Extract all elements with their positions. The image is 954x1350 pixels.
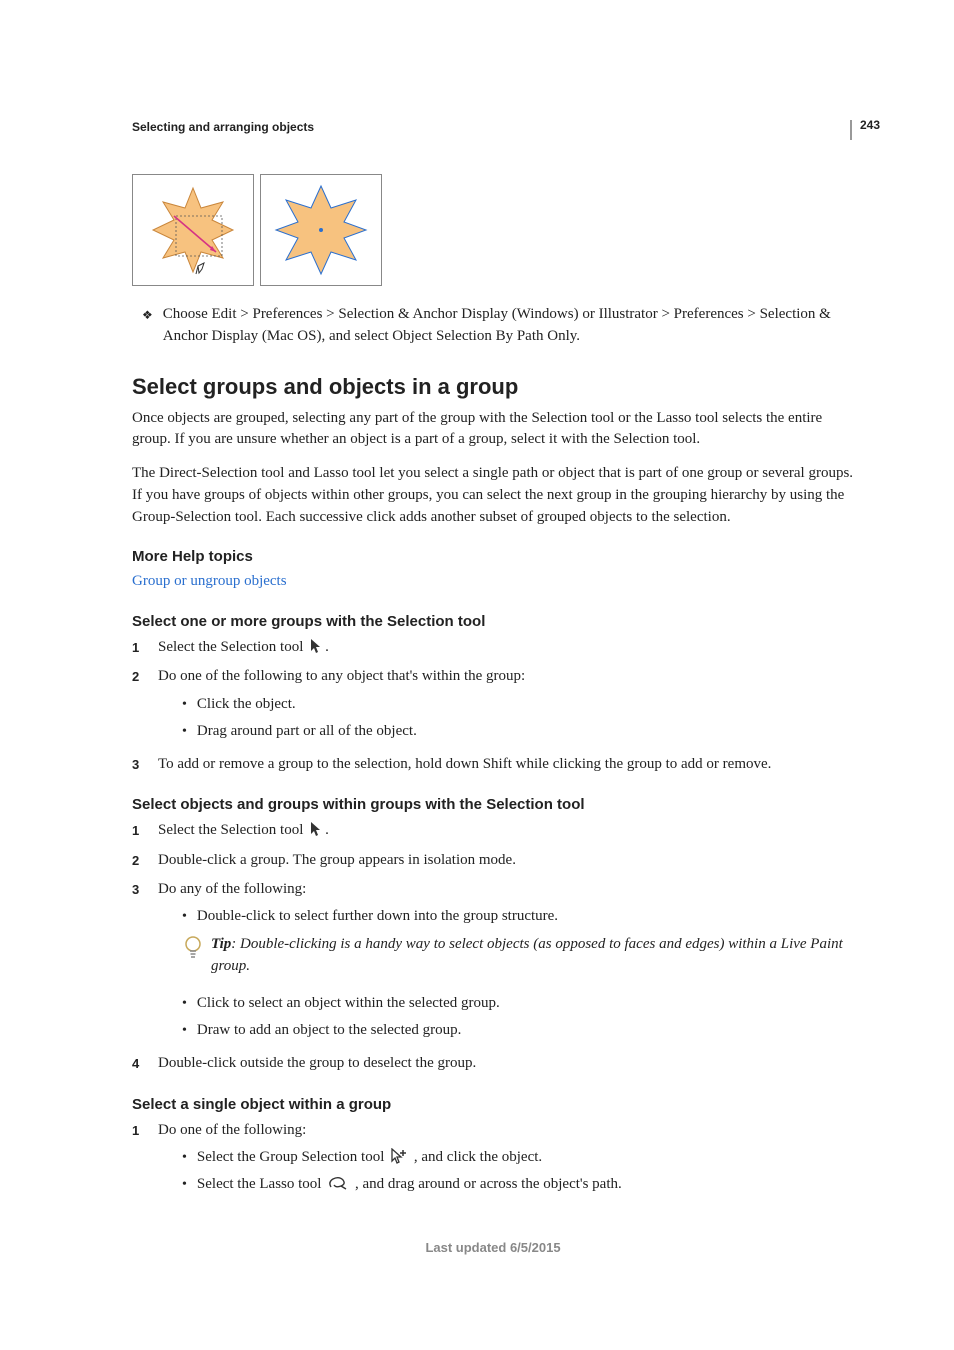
step-text: Select the Selection tool . bbox=[158, 636, 329, 659]
step-text: Double-click outside the group to desele… bbox=[158, 1052, 476, 1075]
heading-select-groups: Select groups and objects in a group bbox=[132, 374, 854, 400]
preference-note: ❖ Choose Edit > Preferences > Selection … bbox=[142, 304, 854, 348]
star-selected-illustration bbox=[266, 180, 376, 280]
substep-text: Draw to add an object to the selected gr… bbox=[197, 1019, 462, 1042]
step-number: 4 bbox=[132, 1054, 146, 1075]
substep-text: Click the object. bbox=[197, 693, 296, 716]
tip-label: Tip bbox=[211, 936, 231, 952]
substep-text: Select the Group Selection tool , and cl… bbox=[197, 1146, 542, 1169]
diamond-bullet-icon: ❖ bbox=[142, 307, 153, 348]
step-text: Double-click a group. The group appears … bbox=[158, 849, 516, 872]
figure-object-path-after bbox=[260, 174, 382, 286]
step-number: 2 bbox=[132, 851, 146, 872]
step-number: 2 bbox=[132, 667, 146, 747]
heading-select-within-groups: Select objects and groups within groups … bbox=[132, 796, 854, 813]
step-text: Do one of the following: Select the Grou… bbox=[158, 1119, 622, 1201]
lasso-tool-icon bbox=[327, 1175, 349, 1191]
step-text: Select the Selection tool . bbox=[158, 819, 329, 842]
substep-text: Click to select an object within the sel… bbox=[197, 992, 500, 1015]
heading-select-single-object: Select a single object within a group bbox=[132, 1096, 854, 1113]
step-text: Do one of the following to any object th… bbox=[158, 665, 525, 747]
intro-paragraph-1: Once objects are grouped, selecting any … bbox=[132, 408, 854, 452]
star-marquee-illustration bbox=[138, 180, 248, 280]
preference-note-text: Choose Edit > Preferences > Selection & … bbox=[163, 304, 854, 348]
selection-tool-icon bbox=[309, 821, 323, 837]
heading-select-one-or-more: Select one or more groups with the Selec… bbox=[132, 613, 854, 630]
substep-text: Select the Lasso tool , and drag around … bbox=[197, 1173, 622, 1196]
step-number: 3 bbox=[132, 880, 146, 1047]
intro-paragraph-2: The Direct-Selection tool and Lasso tool… bbox=[132, 463, 854, 528]
selection-tool-icon bbox=[309, 638, 323, 654]
step-text: Do any of the following: Double-click to… bbox=[158, 878, 854, 1047]
figure-row bbox=[132, 174, 854, 286]
tip-text: : Double-clicking is a handy way to sele… bbox=[211, 936, 843, 974]
steps-select-one-or-more: 1 Select the Selection tool . 2 Do one o… bbox=[132, 636, 854, 776]
step-text: To add or remove a group to the selectio… bbox=[158, 753, 771, 776]
running-head: Selecting and arranging objects bbox=[132, 120, 854, 134]
figure-object-path-before bbox=[132, 174, 254, 286]
tip-row: Tip: Double-clicking is a handy way to s… bbox=[182, 934, 854, 978]
last-updated-footer: Last updated 6/5/2015 bbox=[132, 1240, 854, 1255]
step-number: 1 bbox=[132, 1121, 146, 1201]
step-number: 1 bbox=[132, 638, 146, 659]
steps-select-within-groups: 1 Select the Selection tool . 2 Double-c… bbox=[132, 819, 854, 1075]
step-number: 1 bbox=[132, 821, 146, 842]
group-selection-tool-icon bbox=[390, 1148, 408, 1164]
substep-text: Drag around part or all of the object. bbox=[197, 720, 417, 743]
substep-text: Double-click to select further down into… bbox=[197, 905, 558, 928]
step-number: 3 bbox=[132, 755, 146, 776]
steps-select-single-object: 1 Do one of the following: Select the Gr… bbox=[132, 1119, 854, 1201]
page-number: 243 bbox=[850, 120, 880, 140]
lightbulb-icon bbox=[182, 934, 203, 962]
more-help-heading: More Help topics bbox=[132, 548, 854, 565]
link-group-ungroup[interactable]: Group or ungroup objects bbox=[132, 571, 854, 593]
